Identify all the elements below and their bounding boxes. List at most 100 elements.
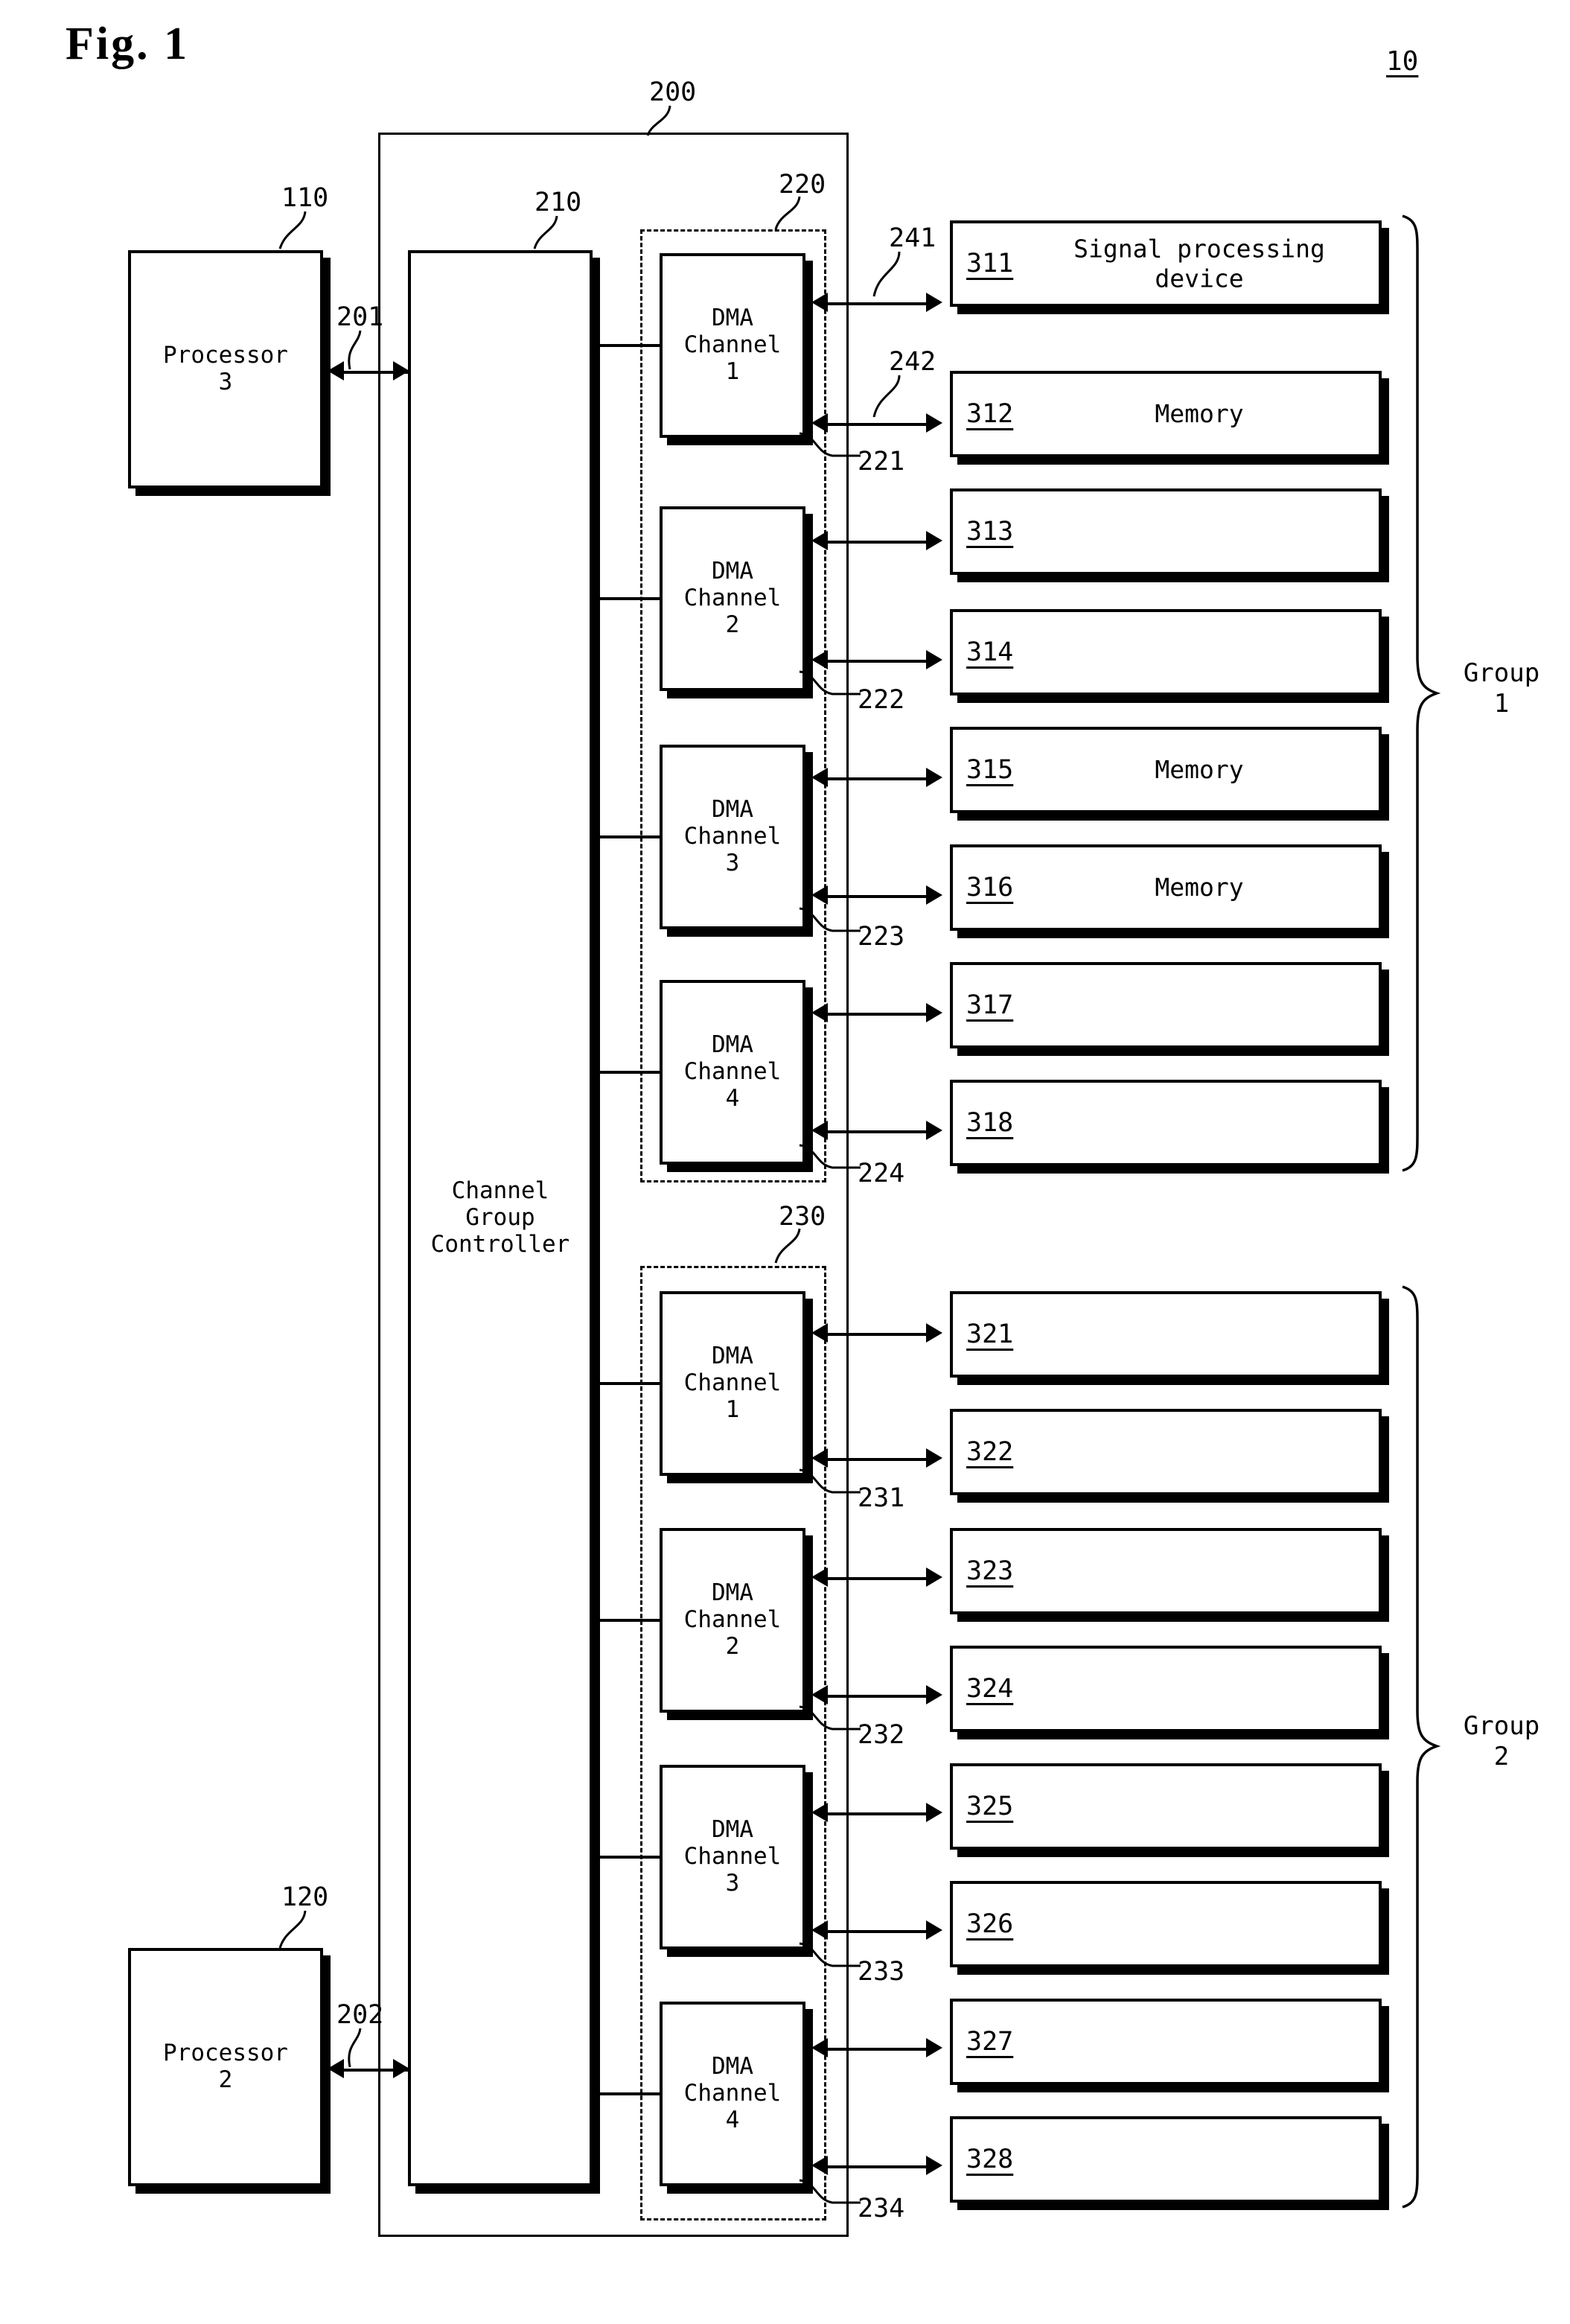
dev-link-315 bbox=[822, 777, 932, 780]
group-1-label: Group 1 bbox=[1463, 658, 1540, 719]
dev-link-321-arrow bbox=[926, 1323, 942, 1343]
dev-link-321 bbox=[822, 1333, 932, 1336]
device-314: 314 bbox=[950, 609, 1382, 695]
bus-201-arrow-right bbox=[393, 361, 409, 381]
device-321: 321 bbox=[950, 1291, 1382, 1378]
ref-230: 230 bbox=[779, 1202, 826, 1232]
dev-link-313-arrow bbox=[926, 531, 942, 550]
dev-link-318-arrow-back bbox=[811, 1121, 828, 1140]
ref-242: 242 bbox=[889, 347, 936, 377]
ref-201: 201 bbox=[336, 302, 384, 332]
leader-120 bbox=[278, 1910, 307, 1949]
leader-200 bbox=[646, 105, 671, 136]
dev-link-317-arrow-back bbox=[811, 1003, 828, 1022]
dev-link-321-arrow-back bbox=[811, 1323, 828, 1343]
dev-link-315-arrow bbox=[926, 768, 942, 787]
dma-channel-g2-1: DMA Channel 1 bbox=[660, 1291, 805, 1476]
device-315: 315 Memory bbox=[950, 727, 1382, 813]
dev-link-327-arrow bbox=[926, 2038, 942, 2057]
dev-link-325-arrow-back bbox=[811, 1803, 828, 1822]
dev-link-326 bbox=[822, 1930, 932, 1933]
leader-230 bbox=[774, 1228, 801, 1264]
dev-link-313 bbox=[822, 541, 932, 544]
device-321-ref: 321 bbox=[966, 1319, 1014, 1349]
device-316: 316 Memory bbox=[950, 844, 1382, 931]
dev-link-317-arrow bbox=[926, 1003, 942, 1022]
device-316-label: Memory bbox=[1155, 873, 1244, 902]
channel-group-controller: Channel Group Controller bbox=[408, 250, 593, 2186]
ctrl-link-g1-4 bbox=[593, 1071, 663, 1074]
dev-link-316-arrow-back bbox=[811, 885, 828, 905]
device-327: 327 bbox=[950, 1999, 1382, 2085]
dev-link-318-arrow bbox=[926, 1121, 942, 1140]
dev-link-311-arrow-back bbox=[811, 293, 828, 312]
leader-242 bbox=[872, 375, 901, 418]
dev-link-314 bbox=[822, 660, 932, 663]
dma-channel-g1-1: DMA Channel 1 bbox=[660, 253, 805, 438]
device-326: 326 bbox=[950, 1881, 1382, 1967]
device-327-ref: 327 bbox=[966, 2027, 1014, 2057]
ctrl-link-g1-1 bbox=[593, 344, 663, 347]
leader-220 bbox=[774, 196, 801, 230]
ref-202: 202 bbox=[336, 2000, 384, 2030]
dev-link-323-arrow bbox=[926, 1567, 942, 1587]
dev-link-317 bbox=[822, 1013, 932, 1016]
ctrl-link-g2-1 bbox=[593, 1382, 663, 1385]
channel-group-controller-label: Channel Group Controller bbox=[430, 1177, 570, 1258]
dev-link-327 bbox=[822, 2048, 932, 2051]
dev-link-316 bbox=[822, 895, 932, 898]
leader-223 bbox=[799, 907, 861, 932]
device-317-ref: 317 bbox=[966, 990, 1014, 1020]
ctrl-link-g2-4 bbox=[593, 2092, 663, 2095]
dma-channel-g1-1-label: DMA Channel 1 bbox=[683, 305, 782, 385]
ref-241: 241 bbox=[889, 223, 936, 253]
dev-link-322-arrow-back bbox=[811, 1448, 828, 1468]
dev-link-315-arrow-back bbox=[811, 768, 828, 787]
processor-3-label: Processor 3 bbox=[163, 342, 288, 395]
device-313: 313 bbox=[950, 488, 1382, 575]
patent-figure-canvas: Fig. 1 10 200 Channel Group Controller 2… bbox=[0, 0, 1570, 2324]
leader-222 bbox=[799, 670, 861, 695]
system-reference-numeral: 10 bbox=[1386, 46, 1419, 77]
dma-channel-g2-2-label: DMA Channel 2 bbox=[683, 1579, 782, 1660]
ref-210: 210 bbox=[534, 188, 582, 217]
device-315-label: Memory bbox=[1155, 755, 1244, 785]
device-314-ref: 314 bbox=[966, 637, 1014, 667]
dma-channel-g2-2: DMA Channel 2 bbox=[660, 1528, 805, 1713]
dev-link-326-arrow bbox=[926, 1920, 942, 1940]
dma-channel-g2-4: DMA Channel 4 bbox=[660, 2002, 805, 2186]
dma-channel-g2-3-label: DMA Channel 3 bbox=[683, 1816, 782, 1897]
device-311-label: Signal processing device bbox=[1073, 234, 1325, 293]
dev-link-324-arrow bbox=[926, 1685, 942, 1704]
dev-link-328-arrow-back bbox=[811, 2156, 828, 2175]
group-2-label: Group 2 bbox=[1463, 1711, 1540, 1771]
dma-channel-g1-2-label: DMA Channel 2 bbox=[683, 558, 782, 638]
ctrl-link-g1-3 bbox=[593, 835, 663, 838]
device-322: 322 bbox=[950, 1409, 1382, 1495]
dma-channel-g1-2: DMA Channel 2 bbox=[660, 506, 805, 691]
dev-link-322 bbox=[822, 1458, 932, 1461]
dma-channel-g2-3: DMA Channel 3 bbox=[660, 1765, 805, 1949]
dev-link-326-arrow-back bbox=[811, 1920, 828, 1940]
device-324: 324 bbox=[950, 1646, 1382, 1732]
dev-link-316-arrow bbox=[926, 885, 942, 905]
dev-link-318 bbox=[822, 1130, 932, 1133]
device-312-label: Memory bbox=[1155, 399, 1244, 429]
dma-channel-g1-4: DMA Channel 4 bbox=[660, 980, 805, 1165]
ref-200: 200 bbox=[649, 77, 697, 107]
ref-220: 220 bbox=[779, 170, 826, 200]
leader-241 bbox=[872, 251, 901, 297]
dev-link-312-arrow-back bbox=[811, 413, 828, 433]
dev-link-328 bbox=[822, 2165, 932, 2168]
processor-3: Processor 3 bbox=[128, 250, 323, 488]
dev-link-324-arrow-back bbox=[811, 1685, 828, 1704]
dev-link-327-arrow-back bbox=[811, 2038, 828, 2057]
ctrl-link-g2-2 bbox=[593, 1619, 663, 1622]
dev-link-322-arrow bbox=[926, 1448, 942, 1468]
dev-link-328-arrow bbox=[926, 2156, 942, 2175]
ref-120: 120 bbox=[281, 1882, 329, 1912]
leader-234 bbox=[799, 2179, 861, 2204]
dma-channel-g2-1-label: DMA Channel 1 bbox=[683, 1343, 782, 1423]
dev-link-314-arrow bbox=[926, 650, 942, 669]
device-322-ref: 322 bbox=[966, 1437, 1014, 1467]
